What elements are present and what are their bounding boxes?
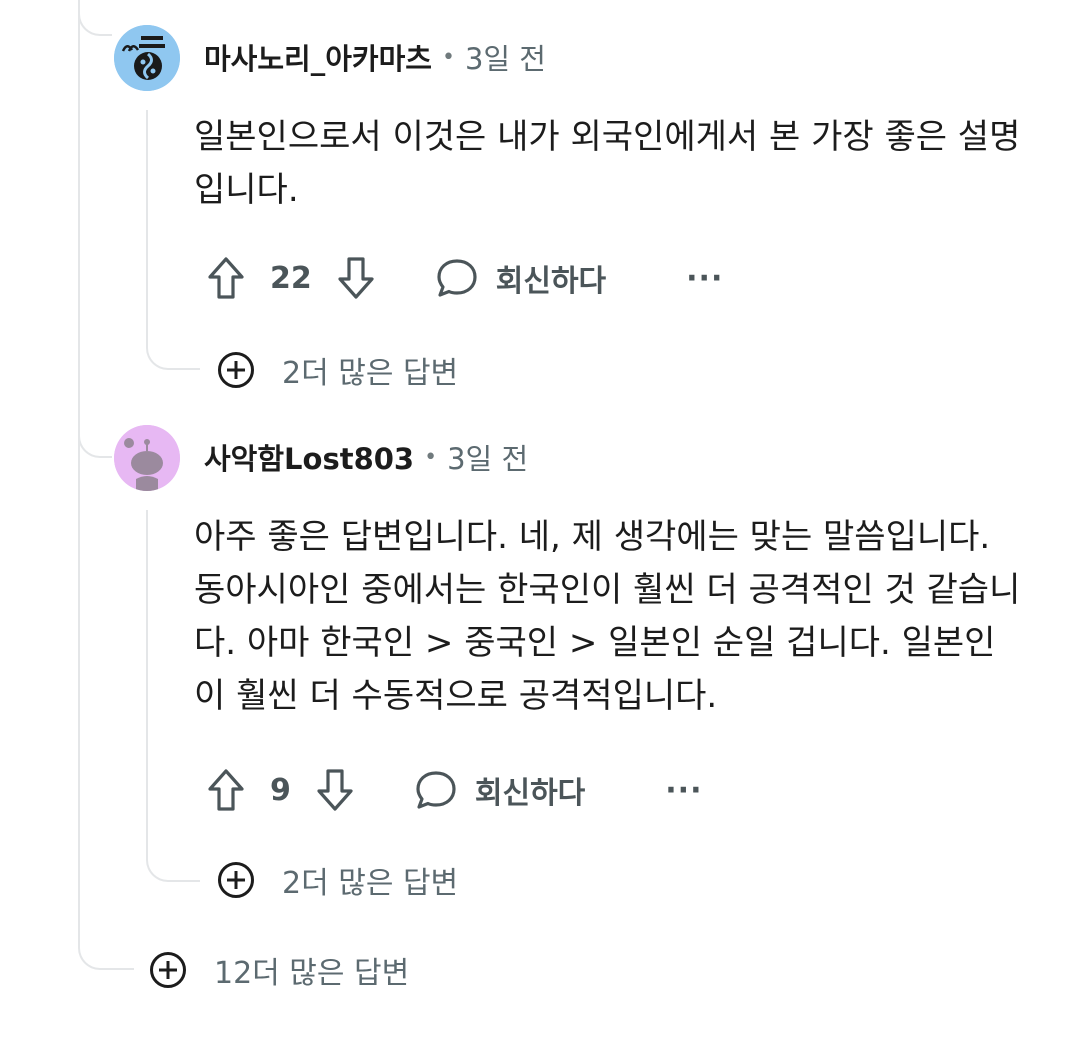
downvote-button[interactable] <box>313 767 357 813</box>
user-avatar-icon <box>114 425 180 491</box>
reply-button[interactable]: 회신하다 <box>434 256 606 300</box>
comment2-reply-line <box>146 510 148 840</box>
comment-body: 일본인으로서 이것은 내가 외국인에게서 본 가장 좋은 설명입니다. <box>194 117 1021 210</box>
username[interactable]: 마사노리_아카마츠 <box>204 36 432 78</box>
reply-label: 회신하다 <box>495 264 607 299</box>
upvote-icon <box>208 769 244 811</box>
plus-circle-icon <box>150 952 186 988</box>
upvote-button[interactable] <box>204 255 248 301</box>
comment-actions: 22 회신하다 ··· <box>204 253 723 303</box>
more-options-button[interactable]: ··· <box>665 773 702 808</box>
downvote-button[interactable] <box>334 255 378 301</box>
reply-button[interactable]: 회신하다 <box>413 768 585 812</box>
comment2-reply-branch <box>146 830 200 882</box>
avatar[interactable] <box>114 425 180 491</box>
comment-time: 3일 전 <box>447 442 529 476</box>
vote-count: 22 <box>270 260 312 296</box>
meta-separator: • <box>424 444 438 470</box>
meta-separator: • <box>441 44 455 70</box>
thread-more-replies-label: 12더 많은 답변 <box>214 956 410 991</box>
thread-line-main <box>78 0 80 918</box>
comment-time: 3일 전 <box>464 42 546 76</box>
upvote-button[interactable] <box>204 767 248 813</box>
upvote-icon <box>208 257 244 299</box>
downvote-icon <box>338 257 374 299</box>
thread-branch-2 <box>78 400 112 458</box>
thread-branch-main-end <box>78 900 134 970</box>
vote-count: 9 <box>270 772 291 808</box>
comment-bubble-icon <box>437 259 477 297</box>
comment1-reply-branch <box>146 320 200 370</box>
avatar[interactable] <box>114 25 180 91</box>
reply-label: 회신하다 <box>474 776 586 811</box>
comment-meta: 사악함Lost803 • 3일 전 <box>204 437 528 477</box>
more-replies-label: 2더 많은 답변 <box>282 866 459 901</box>
thread-more-replies-button[interactable]: 12더 많은 답변 <box>148 948 409 992</box>
user-avatar-icon <box>114 25 180 91</box>
comment-actions: 9 회신하다 ··· <box>204 765 702 815</box>
username[interactable]: 사악함Lost803 <box>204 436 414 478</box>
more-replies-button[interactable]: 2더 많은 답변 <box>216 348 458 392</box>
downvote-icon <box>317 769 353 811</box>
more-replies-label: 2더 많은 답변 <box>282 356 459 391</box>
thread-branch-1 <box>78 0 112 36</box>
comment-bubble-icon <box>416 771 456 809</box>
comment1-reply-line <box>146 110 148 330</box>
plus-circle-icon <box>218 352 254 388</box>
more-replies-button[interactable]: 2더 많은 답변 <box>216 858 458 902</box>
comment-meta: 마사노리_아카마츠 • 3일 전 <box>204 37 546 77</box>
more-options-button[interactable]: ··· <box>686 261 723 296</box>
comment-body: 아주 좋은 답변입니다. 네, 제 생각에는 맞는 말씀입니다. 동아시아인 중… <box>194 517 1021 716</box>
plus-circle-icon <box>218 862 254 898</box>
